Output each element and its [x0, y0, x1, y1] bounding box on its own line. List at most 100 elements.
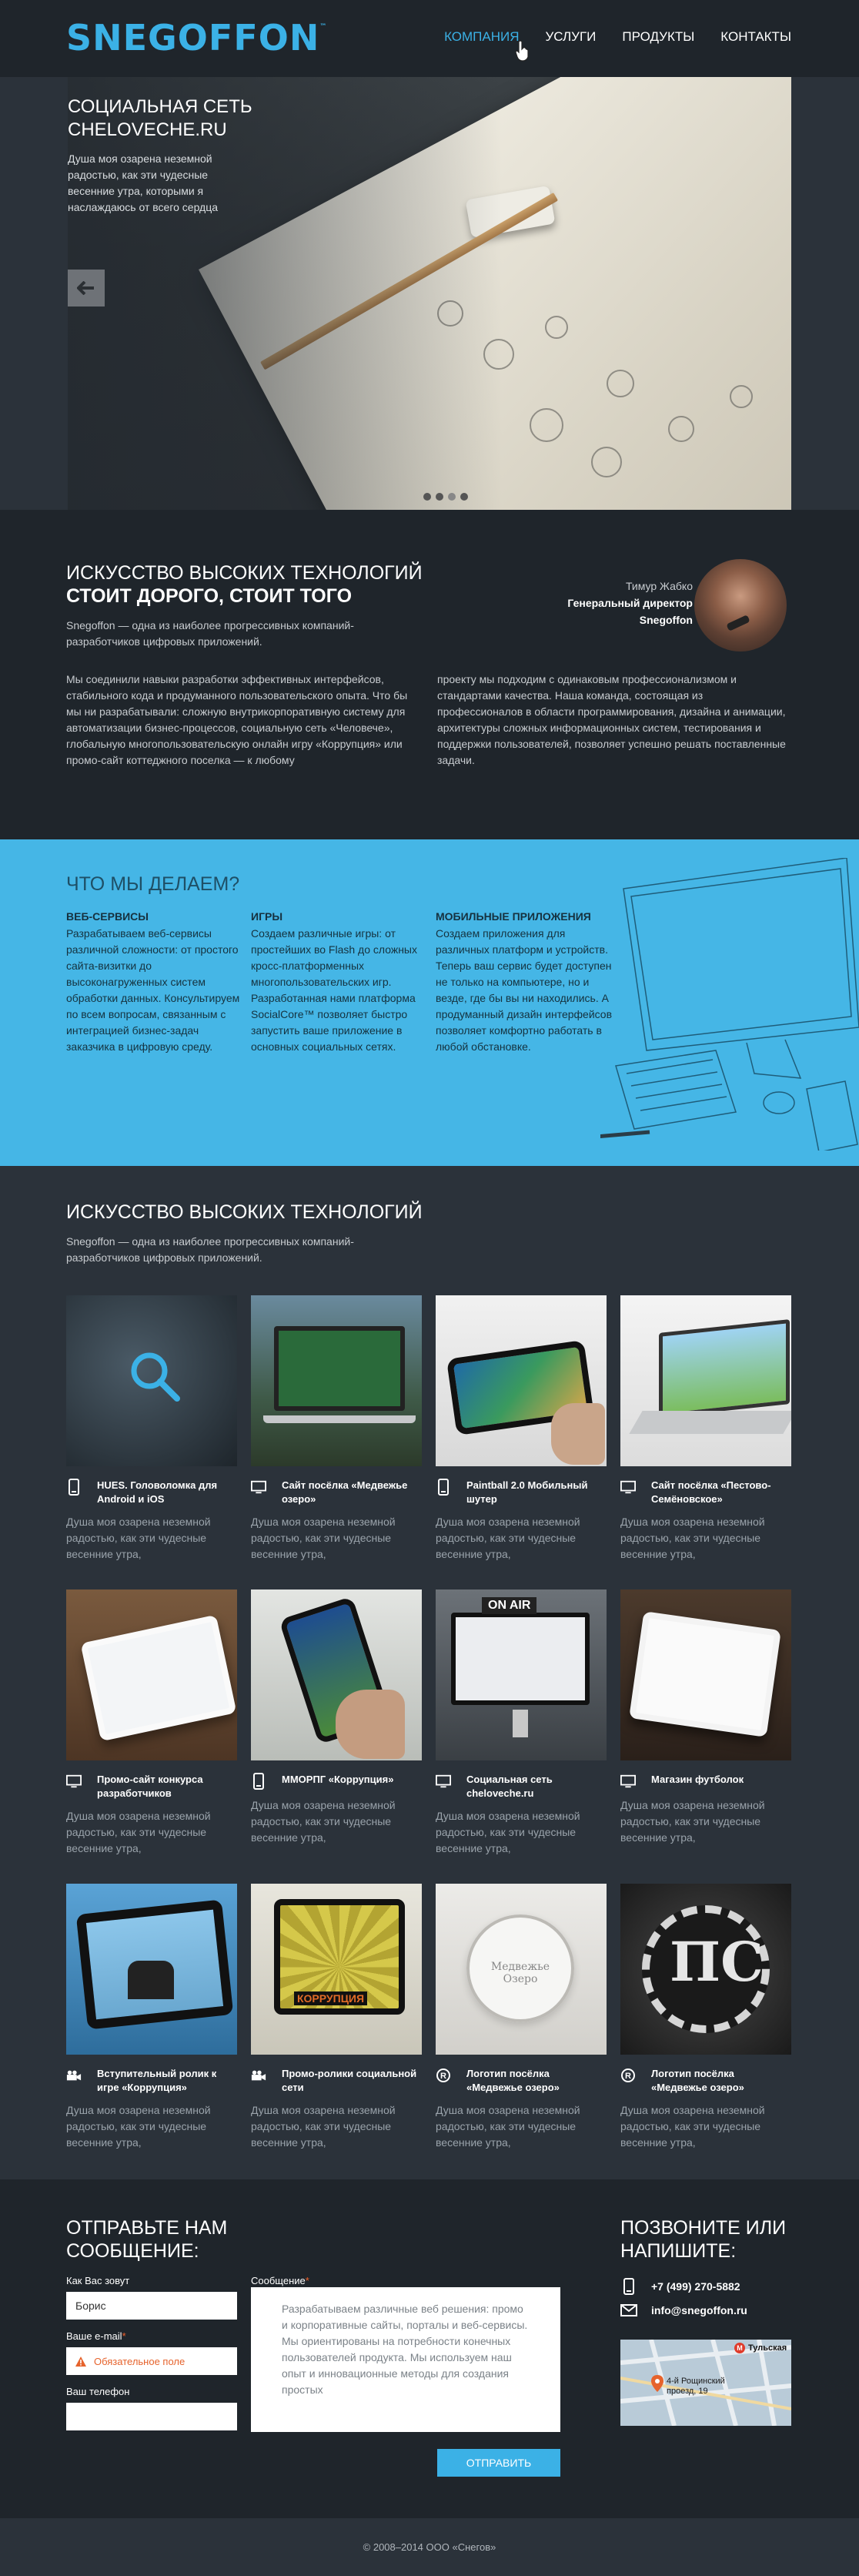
portfolio-card-title[interactable]: Вступительный ролик к игре «Коррупция» [97, 2067, 237, 2095]
portfolio-card[interactable]: Магазин футболок Душа моя озарена неземн… [620, 1589, 791, 1846]
slider-prev-button[interactable] [68, 270, 105, 307]
portfolio-card[interactable]: Сайт посёлка «Пестово-Семёновское» Душа … [620, 1295, 791, 1563]
phone-input[interactable] [66, 2403, 237, 2430]
service-mobile: МОБИЛЬНЫЕ ПРИЛОЖЕНИЯ Создаем приложения … [436, 910, 613, 1055]
slider-dot[interactable] [423, 493, 431, 501]
magnifier-icon [131, 1352, 180, 1402]
portfolio-card-title[interactable]: HUES. Головоломка для Android и iOS [97, 1479, 237, 1506]
portfolio-thumb[interactable] [66, 1884, 237, 2055]
portfolio-card-title[interactable]: Сайт посёлка «Медвежье озеро» [282, 1479, 422, 1506]
portfolio-thumb[interactable]: ON AIR [436, 1589, 607, 1760]
portfolio-card[interactable]: Медвежье Озеро R Логотип посёлка «Медвежь… [436, 1884, 607, 2151]
contact-email[interactable]: info@snegoffon.ru [620, 2304, 747, 2316]
monitor-icon [66, 1773, 82, 1790]
svg-text:R: R [440, 2072, 446, 2081]
director-info: Тимур Жабко Генеральный директор Snegoff… [567, 578, 693, 628]
portfolio-card[interactable]: HUES. Головоломка для Android и iOS Душа… [66, 1295, 237, 1563]
portfolio-card-desc: Душа моя озарена неземной радостью, как … [436, 1516, 580, 1560]
registered-icon: R [436, 2067, 451, 2084]
portfolio-thumb[interactable] [251, 1589, 422, 1760]
slider-dot[interactable] [460, 493, 468, 501]
portfolio-card-title[interactable]: Paintball 2.0 Мобильный шутер [466, 1479, 607, 1506]
nav-contacts[interactable]: КОНТАКТЫ [720, 29, 791, 45]
portfolio-card-title[interactable]: Сайт посёлка «Пестово-Семёновское» [651, 1479, 791, 1506]
site-footer: © 2008–2014 ООО «Снегов» [0, 2518, 859, 2576]
arrow-left-icon [77, 281, 94, 295]
service-text: Создаем приложения для различных платфор… [436, 927, 613, 1053]
hero-slider: СОЦИАЛЬНАЯ СЕТЬ CHELOVECHE.RU Душа моя о… [68, 77, 791, 510]
portfolio-card-title[interactable]: Промо-сайт конкурса разработчиков [97, 1773, 237, 1801]
submit-button[interactable]: ОТПРАВИТЬ [437, 2449, 560, 2477]
portfolio-thumb[interactable] [620, 1589, 791, 1760]
portfolio-card-title[interactable]: Логотип посёлка «Медвежье озеро» [466, 2067, 607, 2095]
portfolio-card-title[interactable]: Промо-ролики социальной сети [282, 2067, 422, 2095]
portfolio-card[interactable]: ON AIR Социальная сеть cheloveche.ru Душ… [436, 1589, 607, 1857]
service-text: Разрабатываем веб-сервисы различной слож… [66, 927, 240, 1053]
service-title: ВЕБ-СЕРВИСЫ [66, 910, 149, 923]
portfolio-card-desc: Душа моя озарена неземной радостью, как … [620, 1516, 765, 1560]
services-section: ЧТО МЫ ДЕЛАЕМ? ВЕБ-СЕРВИСЫ Разрабатываем… [0, 839, 859, 1166]
mail-icon [620, 2304, 637, 2316]
devices-illustration [600, 858, 859, 1151]
slider-dot[interactable] [436, 493, 443, 501]
portfolio-thumb[interactable] [436, 1295, 607, 1466]
hero-text: Душа моя озарена неземной радостью, как … [68, 152, 219, 213]
email-label: Ваше e-mail* [66, 2330, 126, 2342]
service-web: ВЕБ-СЕРВИСЫ Разрабатываем веб-сервисы ра… [66, 910, 243, 1055]
portfolio-thumb[interactable] [66, 1589, 237, 1760]
nav-products[interactable]: ПРОДУКТЫ [622, 29, 694, 45]
portfolio-card-desc: Душа моя озарена неземной радостью, как … [620, 1799, 765, 1844]
portfolio-card[interactable]: Paintball 2.0 Мобильный шутер Душа моя о… [436, 1295, 607, 1563]
slider-dot-active[interactable] [448, 493, 456, 501]
portfolio-card[interactable]: Вступительный ролик к игре «Коррупция» Д… [66, 1884, 237, 2151]
message-textarea[interactable]: Разрабатываем различные веб решения: про… [251, 2287, 560, 2432]
slider-dots [423, 493, 468, 501]
portfolio-thumb[interactable]: Медвежье Озеро [436, 1884, 607, 2055]
page: SNEGOFFON™ КОМПАНИЯ УСЛУГИ ПРОДУКТЫ КОНТ… [0, 0, 859, 2576]
service-title: ИГРЫ [251, 910, 283, 923]
portfolio-thumb[interactable] [66, 1295, 237, 1466]
name-input[interactable]: Борис [66, 2292, 237, 2320]
portfolio-card-desc: Душа моя озарена неземной радостью, как … [436, 1810, 580, 1854]
portfolio-thumb[interactable]: КОРРУПЦИЯ [251, 1884, 422, 2055]
message-label: Сообщение* [251, 2275, 309, 2286]
nav-services[interactable]: УСЛУГИ [546, 29, 597, 45]
phone-icon [620, 2278, 637, 2295]
service-games: ИГРЫ Создаем различные игры: от простейш… [251, 910, 428, 1055]
portfolio-thumb[interactable]: ПС [620, 1884, 791, 2055]
contact-form-title: ОТПРАВЬТЕ НАМ СООБЩЕНИЕ: [66, 2217, 228, 2262]
hand-cursor-icon [515, 40, 529, 62]
logo[interactable]: SNEGOFFON™ [66, 17, 327, 59]
monitor-icon [436, 1773, 451, 1790]
email-input[interactable]: Обязательное поле [66, 2347, 237, 2375]
warning-icon [75, 2356, 86, 2367]
portfolio-card-desc: Душа моя озарена неземной радостью, как … [436, 2104, 580, 2149]
portfolio-card[interactable]: КОРРУПЦИЯ Промо-ролики социальной сети Д… [251, 1884, 422, 2151]
location-map[interactable]: M Тульская 4-й Рощинский проезд, 19 [620, 2340, 791, 2426]
portfolio-card[interactable]: ММОРПГ «Коррупция» Душа моя озарена незе… [251, 1589, 422, 1846]
metro-marker: M Тульская [734, 2343, 787, 2353]
portfolio-title: ИСКУССТВО ВЫСОКИХ ТЕХНОЛОГИЙ [66, 1201, 423, 1223]
portfolio-card-title[interactable]: Логотип посёлка «Медвежье озеро» [651, 2067, 791, 2095]
portfolio-card-title[interactable]: ММОРПГ «Коррупция» [282, 1773, 393, 1787]
about-section: ИСКУССТВО ВЫСОКИХ ТЕХНОЛОГИЙ СТОИТ ДОРОГ… [0, 510, 859, 839]
monitor-icon [251, 1479, 266, 1496]
contact-info-title: ПОЗВОНИТЕ ИЛИ НАПИШИТЕ: [620, 2217, 787, 2262]
portfolio-card[interactable]: ПС R Логотип посёлка «Медвежье озеро» Душ… [620, 1884, 791, 2151]
portfolio-card-desc: Душа моя озарена неземной радостью, как … [251, 1516, 396, 1560]
phone-icon [66, 1479, 82, 1496]
copyright-text: © 2008–2014 ООО «Снегов» [363, 2541, 496, 2553]
contact-section: ОТПРАВЬТЕ НАМ СООБЩЕНИЕ: ПОЗВОНИТЕ ИЛИ Н… [0, 2179, 859, 2518]
portfolio-card-desc: Душа моя озарена неземной радостью, как … [66, 1516, 211, 1560]
portfolio-card-title[interactable]: Социальная сеть cheloveche.ru [466, 1773, 607, 1801]
portfolio-card-title[interactable]: Магазин футболок [651, 1773, 744, 1787]
portfolio-card[interactable]: Промо-сайт конкурса разработчиков Душа м… [66, 1589, 237, 1857]
portfolio-section: ИСКУССТВО ВЫСОКИХ ТЕХНОЛОГИЙ Snegoffon —… [0, 1166, 859, 2179]
contact-phone[interactable]: +7 (499) 270-5882 [620, 2278, 740, 2295]
nav-company[interactable]: КОМПАНИЯ [444, 29, 519, 45]
portfolio-card[interactable]: Сайт посёлка «Медвежье озеро» Душа моя о… [251, 1295, 422, 1563]
portfolio-thumb[interactable] [620, 1295, 791, 1466]
portfolio-thumb[interactable] [251, 1295, 422, 1466]
thumb-tv-label: ON AIR [482, 1597, 537, 1614]
monitor-icon [620, 1773, 636, 1790]
